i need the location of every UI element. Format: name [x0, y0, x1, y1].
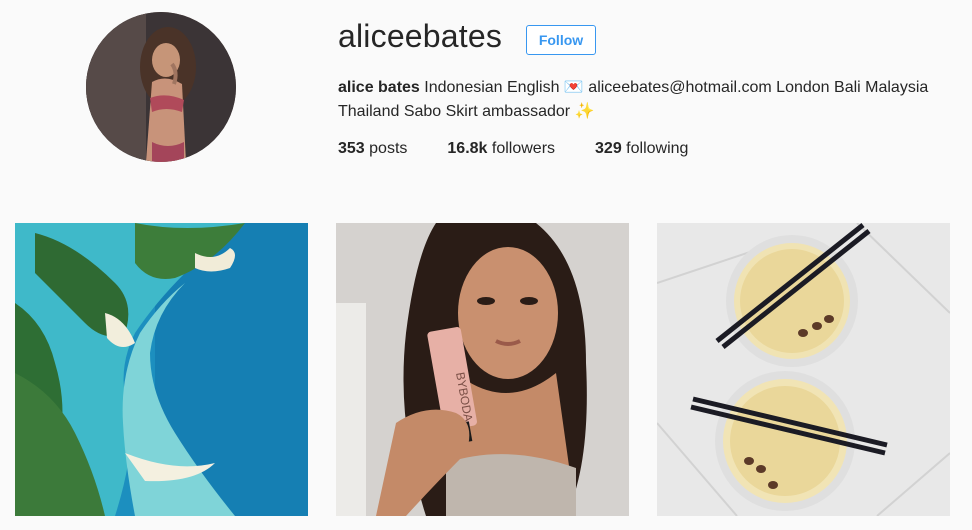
posts-count-value: 353 — [338, 140, 365, 157]
posts-count: 353 posts — [338, 140, 407, 158]
aerial-island-photo — [15, 223, 308, 516]
post-tile-2[interactable]: BYBODA — [336, 223, 629, 516]
profile-stats: 353 posts 16.8k followers 329 following — [338, 140, 728, 158]
avatar-image — [86, 12, 236, 162]
profile-username: aliceebates — [338, 18, 503, 54]
following-count-label: following — [621, 140, 689, 157]
followers-count-value: 16.8k — [447, 140, 488, 157]
selfie-with-product-photo: BYBODA — [336, 223, 629, 516]
bio-text-line2: Thailand Sabo Skirt ambassador ✨ — [338, 103, 595, 120]
post-tile-1[interactable] — [15, 223, 308, 516]
follow-button[interactable]: Follow — [526, 25, 596, 55]
followers-count-label: followers — [487, 140, 556, 157]
followers-link[interactable]: 16.8k followers — [447, 140, 555, 158]
coffee-drinks-photo — [657, 223, 950, 516]
profile-bio: alice bates Indonesian English 💌 aliceeb… — [338, 76, 958, 124]
bio-full-name: alice bates — [338, 79, 420, 96]
following-link[interactable]: 329 following — [595, 140, 688, 158]
post-tile-3[interactable] — [657, 223, 950, 516]
profile-avatar[interactable] — [86, 12, 236, 162]
following-count-value: 329 — [595, 140, 622, 157]
posts-count-label: posts — [364, 140, 408, 157]
bio-text-line1: Indonesian English 💌 aliceebates@hotmail… — [419, 79, 929, 96]
